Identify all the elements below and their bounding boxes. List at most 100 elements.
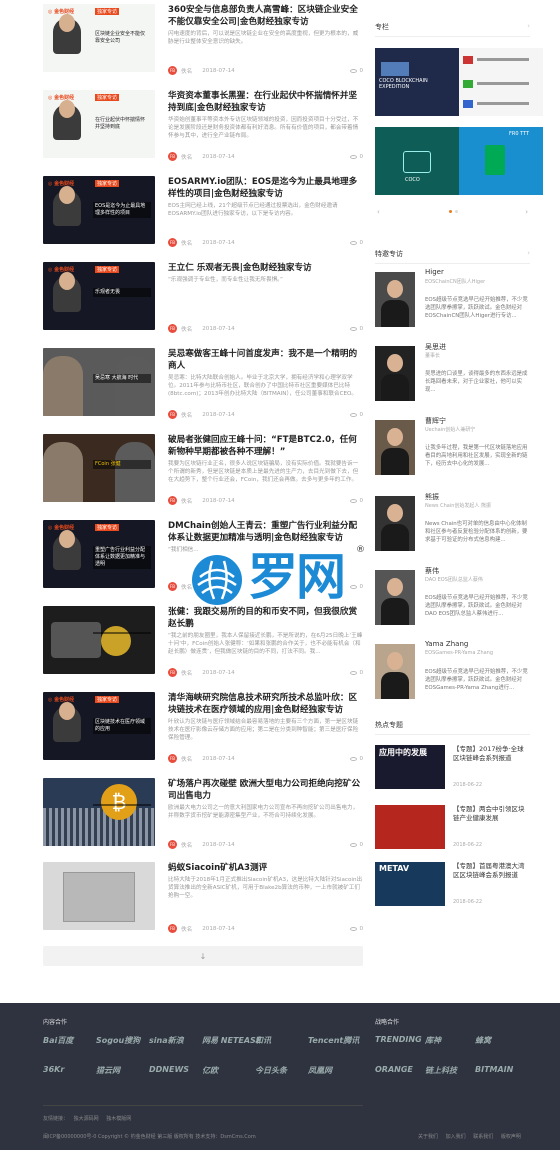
partner-logo[interactable]: 今日头条	[255, 1065, 287, 1076]
carousel-dot[interactable]	[455, 210, 458, 213]
article-thumbnail[interactable]: ◎ 金色财经 独家专访 重塑广告行业利益分配体系让数据更加精准与透明	[43, 520, 155, 588]
column-card-2[interactable]	[459, 48, 543, 116]
expert-item[interactable]: Higer EOSChainCN团队人Higer EOS超级节点竞选早已经开始推…	[375, 268, 530, 327]
expert-photo[interactable]	[375, 346, 415, 401]
expert-photo[interactable]	[375, 644, 415, 699]
hot-topic-item[interactable]: 【专题】两会中引领区块链产业健康发展 2018-06-22	[375, 805, 530, 855]
expert-name[interactable]: 吴思进	[425, 342, 446, 352]
article-item[interactable]: 蚂蚁Siacoin矿机A3测评 比特大陆于2018年1月正式推出Siacoin矿…	[43, 862, 363, 948]
partner-logo[interactable]: 和讯	[255, 1035, 271, 1046]
strategic-partner-logo[interactable]: 库神	[425, 1035, 441, 1046]
article-title[interactable]: DMChain创始人王青云：重塑广告行业利益分配体系让数据更加精准与透明|金色财…	[168, 520, 363, 544]
hot-topic-item[interactable]: METAV 【专题】首届粤港澳大湾区区块链峰会系列报道 2018-06-22	[375, 862, 530, 912]
article-thumbnail[interactable]: ◎ 金色财经 独家专访 乐观者无畏	[43, 262, 155, 330]
partner-logo[interactable]: 凤凰网	[308, 1065, 332, 1076]
article-item[interactable]: FCoin 张健 破局者张健回应王峰十问：“FT是BTC2.0，任何新物种早期都…	[43, 434, 363, 520]
expert-name[interactable]: 蔡伟	[425, 566, 439, 576]
article-item[interactable]: ◎ 金色财经 独家专访 在行业起伏中怀揣情怀并坚持到底 华资资本董事长黑猩：在行…	[43, 90, 363, 176]
article-thumbnail[interactable]: ◎ 金色财经 独家专访 区块链企业安全不能仅靠安全公司	[43, 4, 155, 72]
hot-topic-image[interactable]: 应用中的发展	[375, 745, 445, 789]
article-thumbnail[interactable]: FCoin 张健	[43, 434, 155, 502]
partner-logo[interactable]: sina新浪	[149, 1035, 184, 1046]
strategic-partner-logo[interactable]: TRENDING	[375, 1035, 422, 1044]
chevron-right-icon[interactable]: ›	[527, 22, 530, 32]
hot-topic-item[interactable]: 应用中的发展 【专题】2017纷争·全球区块链峰会系列报道 2018-06-22	[375, 745, 530, 795]
footer-link[interactable]: 加入我们	[446, 1134, 466, 1140]
expert-name[interactable]: Yama Zhang	[425, 640, 468, 648]
expert-name[interactable]: 曹辉宁	[425, 416, 446, 426]
article-author[interactable]: 佚名	[181, 841, 192, 849]
strategic-partner-logo[interactable]: 蜂窝	[475, 1035, 491, 1046]
article-item[interactable]: 张健：我跟交易所的目的和币安不同，但我很欣赏赵长鹏 “我之前的朋友圈里，我本人保…	[43, 606, 363, 692]
partner-logo[interactable]: DDNEWS	[149, 1065, 189, 1074]
article-author[interactable]: 佚名	[181, 755, 192, 763]
article-author[interactable]: 佚名	[181, 153, 192, 161]
partner-logo[interactable]: Tencent腾讯	[308, 1035, 359, 1046]
hot-topic-title[interactable]: 【专题】两会中引领区块链产业健康发展	[453, 805, 530, 823]
article-title[interactable]: 吴忌寒做客王峰十问首度发声：我不是一个精明的商人	[168, 348, 363, 372]
footer-link[interactable]: 关于我们	[418, 1134, 438, 1140]
strategic-partner-logo[interactable]: ORANGE	[375, 1065, 413, 1074]
partner-logo[interactable]: 猎云网	[96, 1065, 120, 1076]
column-card-3[interactable]: COCO	[375, 127, 459, 195]
article-title[interactable]: 清华海峡研究院信息技术研究所技术总监叶欣：区块链技术在医疗领域的应用|金色财经独…	[168, 692, 363, 716]
expert-photo[interactable]	[375, 420, 415, 475]
article-title[interactable]: 破局者张健回应王峰十问：“FT是BTC2.0，任何新物种早期都被各种不理解！”	[168, 434, 363, 458]
article-title[interactable]: 王立仁 乐观者无畏|金色财经独家专访	[168, 262, 363, 274]
load-more-button[interactable]: ↓	[43, 946, 363, 966]
expert-name[interactable]: Higer	[425, 268, 444, 276]
expert-item[interactable]: Yama Zhang EOSGames-PR-Yama Zhang EOS超级节…	[375, 640, 530, 699]
article-item[interactable]: ◎ 金色财经 独家专访 乐观者无畏 王立仁 乐观者无畏|金色财经独家专访 “乐观…	[43, 262, 363, 348]
hot-topic-image[interactable]: METAV	[375, 862, 445, 906]
friend-link[interactable]: 独大源码网	[74, 1116, 99, 1122]
expert-item[interactable]: 曹辉宁 Uechain创始人兼研宁 让我多年过程，我是第一代区块链落地应用看目的…	[375, 416, 530, 475]
partner-logo[interactable]: Sogou搜狗	[96, 1035, 140, 1046]
article-item[interactable]: 吴忌寒 大航海 时代 吴忌寒做客王峰十问首度发声：我不是一个精明的商人 吴忌寒：…	[43, 348, 363, 434]
expert-name[interactable]: 熊振	[425, 492, 439, 502]
expert-photo[interactable]	[375, 272, 415, 327]
expert-photo[interactable]	[375, 496, 415, 551]
article-thumbnail[interactable]: ◎ 金色财经 独家专访 EOS是迄今为止最具地理多样性的项目	[43, 176, 155, 244]
carousel-next-icon[interactable]: ›	[525, 208, 528, 216]
article-title[interactable]: 360安全与信息部负责人高雪峰：区块链企业安全不能仅靠安全公司|金色财经独家专访	[168, 4, 363, 28]
expert-photo[interactable]	[375, 570, 415, 625]
column-card-4[interactable]: FR0 TTT	[459, 127, 543, 195]
article-item[interactable]: ◎ 金色财经 独家专访 EOS是迄今为止最具地理多样性的项目 EOSARMY.i…	[43, 176, 363, 262]
article-author[interactable]: 佚名	[181, 497, 192, 505]
friend-link[interactable]: 独木模版网	[106, 1116, 131, 1122]
carousel-prev-icon[interactable]: ‹	[377, 208, 380, 216]
strategic-partner-logo[interactable]: BITMAIN	[475, 1065, 513, 1074]
article-item[interactable]: ◎ 金色财经 独家专访 区块链企业安全不能仅靠安全公司 360安全与信息部负责人…	[43, 4, 363, 90]
hot-topic-title[interactable]: 【专题】2017纷争·全球区块链峰会系列报道	[453, 745, 530, 763]
hot-topic-title[interactable]: 【专题】首届粤港澳大湾区区块链峰会系列报道	[453, 862, 530, 880]
article-item[interactable]: ₿ 矿场落户再次碰壁 欧洲大型电力公司拒绝向挖矿公司出售电力 欧洲最大电力公司之…	[43, 778, 363, 864]
partner-logo[interactable]: 36Kr	[43, 1065, 64, 1074]
expert-item[interactable]: 蔡伟 DAO EOS团队总监人蔡伟 EOS超级节点竞选早已经开始推荐，不少竞选团…	[375, 566, 530, 625]
partner-logo[interactable]: 亿欧	[202, 1065, 218, 1076]
footer-link[interactable]: 版权声明	[501, 1134, 521, 1140]
footer-link[interactable]: 联系我们	[473, 1134, 493, 1140]
article-thumbnail[interactable]: ◎ 金色财经 独家专访 在行业起伏中怀揣情怀并坚持到底	[43, 90, 155, 158]
hot-topic-image[interactable]	[375, 805, 445, 849]
partner-logo[interactable]: 网易 NETEASE	[202, 1035, 261, 1046]
article-thumbnail[interactable]: 吴忌寒 大航海 时代	[43, 348, 155, 416]
article-title[interactable]: 矿场落户再次碰壁 欧洲大型电力公司拒绝向挖矿公司出售电力	[168, 778, 363, 802]
article-author[interactable]: 佚名	[181, 411, 192, 419]
article-thumbnail[interactable]	[43, 606, 155, 674]
article-title[interactable]: 蚂蚁Siacoin矿机A3测评	[168, 862, 363, 874]
expert-item[interactable]: 熊振 News Chain创始发起人 熊振 News Chain也可对单的信息由…	[375, 492, 530, 551]
article-title[interactable]: 华资资本董事长黑猩：在行业起伏中怀揣情怀并坚持到底|金色财经独家专访	[168, 90, 363, 114]
column-card-1[interactable]: COCO BLOCKCHAIN EXPEDITION	[375, 48, 459, 116]
partner-logo[interactable]: Bai百度	[43, 1035, 73, 1046]
article-thumbnail[interactable]: ◎ 金色财经 独家专访 区块链技术在医疗领域的应用	[43, 692, 155, 760]
carousel-dot-active[interactable]	[449, 210, 452, 213]
article-author[interactable]: 佚名	[181, 239, 192, 247]
chevron-right-icon[interactable]: ›	[527, 249, 530, 259]
article-item[interactable]: ◎ 金色财经 独家专访 区块链技术在医疗领域的应用 清华海峡研究院信息技术研究所…	[43, 692, 363, 778]
article-author[interactable]: 佚名	[181, 925, 192, 933]
article-author[interactable]: 佚名	[181, 669, 192, 677]
expert-item[interactable]: 吴思进 董事长 吴思进的口谈里，谈得最多的东西永远是成长路回看未来，对于企业家社…	[375, 342, 530, 401]
article-thumbnail[interactable]: ₿	[43, 778, 155, 846]
article-author[interactable]: 佚名	[181, 67, 192, 75]
article-thumbnail[interactable]	[43, 862, 155, 930]
